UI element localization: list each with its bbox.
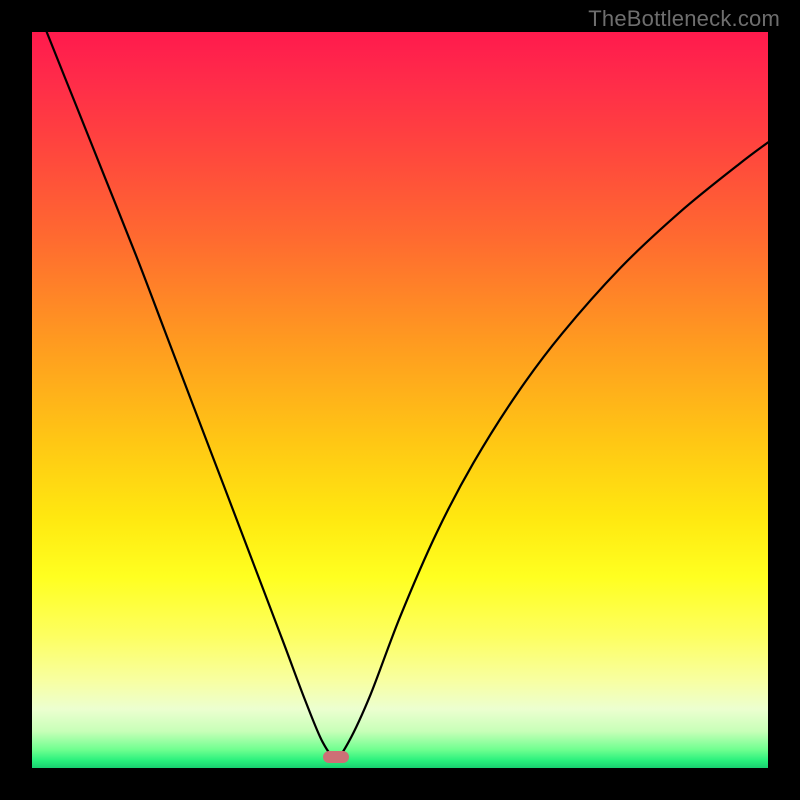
watermark-text: TheBottleneck.com: [588, 6, 780, 32]
curve-line: [32, 32, 768, 768]
plot-area: [32, 32, 768, 768]
minimum-marker: [323, 751, 349, 763]
chart-frame: TheBottleneck.com: [0, 0, 800, 800]
